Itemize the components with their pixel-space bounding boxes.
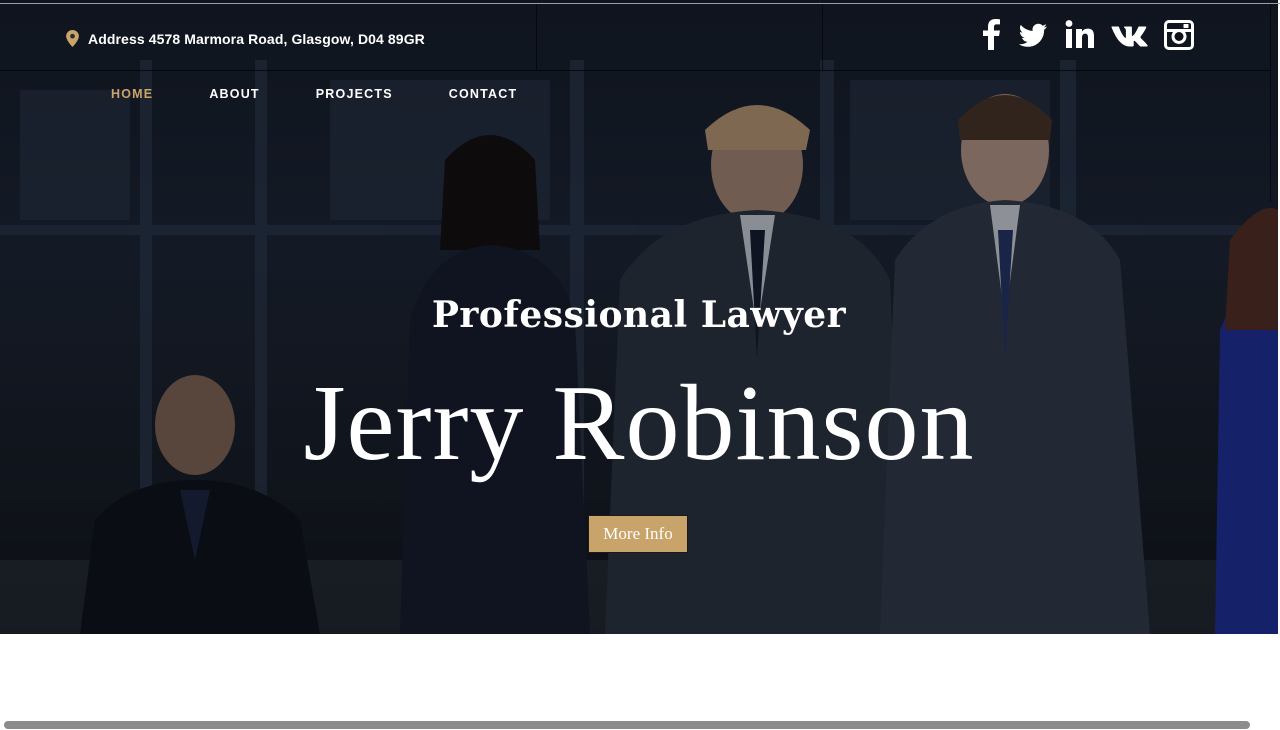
nav-item-contact[interactable]: CONTACT: [449, 86, 518, 102]
right-edge-line: [1270, 4, 1271, 202]
map-pin-icon: [66, 30, 79, 47]
top-border: [0, 3, 1280, 4]
nav-item-home[interactable]: HOME: [111, 86, 153, 102]
instagram-icon[interactable]: [1164, 18, 1194, 50]
nav-item-about[interactable]: ABOUT: [209, 86, 259, 102]
hero-subtitle: Professional Lawyer: [431, 294, 847, 336]
horizontal-scrollbar[interactable]: [4, 721, 1250, 729]
header-divider: [0, 70, 1270, 71]
header-divider-tick: [536, 4, 537, 70]
hero-title: Jerry Robinson: [303, 364, 975, 483]
address-text: Address 4578 Marmora Road, Glasgow, D04 …: [88, 30, 425, 47]
vk-icon[interactable]: [1111, 18, 1149, 50]
linkedin-icon[interactable]: [1065, 18, 1095, 50]
twitter-icon[interactable]: [1018, 18, 1048, 50]
header-divider-tick: [822, 4, 823, 70]
address-bar: Address 4578 Marmora Road, Glasgow, D04 …: [66, 30, 425, 47]
more-info-button[interactable]: More Info: [588, 515, 688, 553]
main-nav: HOME ABOUT PROJECTS CONTACT: [111, 86, 573, 102]
facebook-icon[interactable]: [980, 18, 1002, 50]
nav-item-projects[interactable]: PROJECTS: [316, 86, 393, 102]
